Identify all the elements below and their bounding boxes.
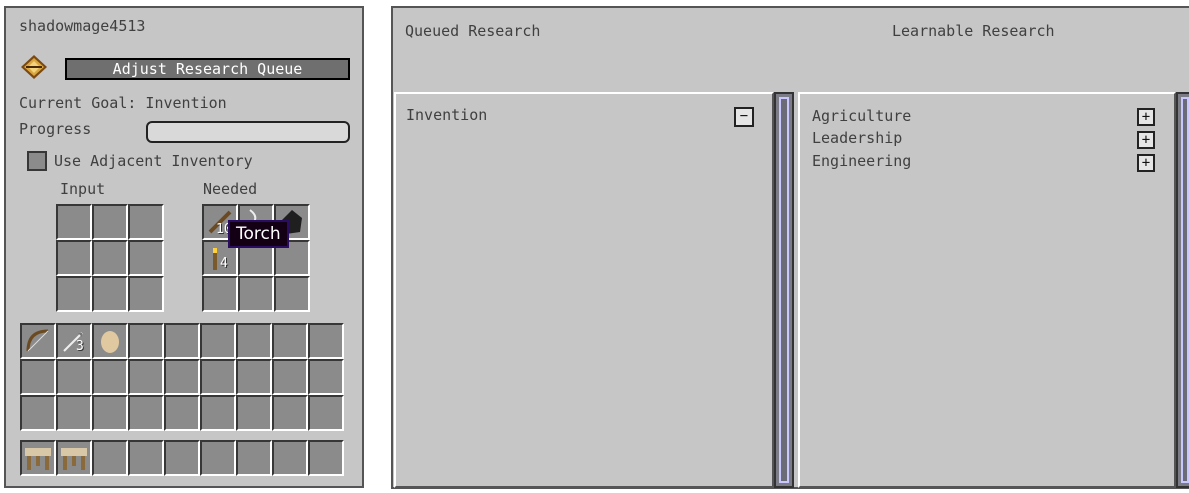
queued-scrollbar[interactable] (774, 92, 794, 488)
player-name: shadowmage4513 (19, 17, 146, 35)
hotbar-slot[interactable] (308, 440, 344, 476)
research-table-icon (22, 442, 54, 478)
inventory-slot[interactable] (164, 395, 200, 431)
learnable-scrollbar-thumb[interactable] (1181, 97, 1189, 483)
queued-research-header: Queued Research (405, 22, 541, 40)
input-slot[interactable] (56, 240, 92, 276)
inventory-slot[interactable] (308, 359, 344, 395)
research-table-icon (58, 442, 90, 478)
inventory-slot[interactable] (164, 359, 200, 395)
hotbar-slot[interactable] (236, 440, 272, 476)
input-slot[interactable] (128, 276, 164, 312)
egg-icon (94, 325, 126, 361)
inventory-slot[interactable] (92, 359, 128, 395)
queued-scrollbar-thumb[interactable] (779, 97, 789, 483)
learnable-item-label: Leadership (812, 129, 903, 147)
add-research-button[interactable]: + (1137, 108, 1155, 126)
learnable-item-label: Agriculture (812, 107, 912, 125)
progress-bar (146, 121, 350, 143)
input-slot[interactable] (56, 204, 92, 240)
hotbar-slot[interactable] (92, 440, 128, 476)
inventory-slot[interactable] (20, 359, 56, 395)
queued-item-label: Invention (406, 106, 488, 124)
use-adjacent-inventory-label: Use Adjacent Inventory (54, 152, 253, 170)
hotbar-slot[interactable] (128, 440, 164, 476)
needed-slot (274, 276, 310, 312)
learnable-item-label: Engineering (812, 152, 912, 170)
inventory-slot[interactable] (236, 395, 272, 431)
input-label: Input (60, 180, 106, 198)
inventory-slot[interactable] (164, 323, 200, 359)
input-slot[interactable] (92, 276, 128, 312)
needed-slot (202, 276, 238, 312)
item-count: 3 (76, 339, 84, 354)
inventory-slot[interactable]: 3 (56, 323, 92, 359)
inventory-slot[interactable] (128, 323, 164, 359)
inventory-slot[interactable] (308, 323, 344, 359)
inventory-slot[interactable] (56, 359, 92, 395)
item-count: 4 (220, 256, 228, 271)
inventory-slot[interactable] (56, 395, 92, 431)
inventory-slot[interactable] (236, 323, 272, 359)
inventory-slot[interactable] (272, 395, 308, 431)
inventory-slot[interactable] (128, 395, 164, 431)
input-slot[interactable] (56, 276, 92, 312)
remove-research-button[interactable]: − (734, 107, 754, 127)
hotbar-slot[interactable] (272, 440, 308, 476)
arrow-icon (58, 325, 90, 361)
research-book-icon (20, 53, 48, 81)
input-slot[interactable] (128, 240, 164, 276)
inventory-slot[interactable] (92, 395, 128, 431)
progress-label: Progress (19, 120, 92, 138)
learnable-scrollbar[interactable] (1176, 92, 1189, 488)
hotbar-slot[interactable] (200, 440, 236, 476)
inventory-slot[interactable] (200, 359, 236, 395)
hotbar-slot[interactable] (164, 440, 200, 476)
hotbar-slot[interactable] (20, 440, 56, 476)
learnable-research-header: Learnable Research (892, 22, 1055, 40)
item-tooltip: Torch (228, 220, 289, 248)
needed-slot (238, 276, 274, 312)
inventory-slot[interactable] (308, 395, 344, 431)
inventory-slot[interactable] (92, 323, 128, 359)
inventory-slot[interactable] (20, 395, 56, 431)
current-goal-label: Current Goal: Invention (19, 94, 227, 112)
input-slot[interactable] (92, 204, 128, 240)
inventory-slot[interactable] (128, 359, 164, 395)
queued-research-list (394, 92, 774, 488)
bow-icon (22, 325, 54, 361)
inventory-slot[interactable] (236, 359, 272, 395)
adjust-research-queue-button[interactable]: Adjust Research Queue (65, 58, 350, 80)
inventory-slot[interactable] (272, 359, 308, 395)
add-research-button[interactable]: + (1137, 154, 1155, 172)
input-slot[interactable] (128, 204, 164, 240)
inventory-slot[interactable] (200, 323, 236, 359)
needed-label: Needed (203, 180, 258, 198)
inventory-slot[interactable] (200, 395, 236, 431)
inventory-slot[interactable] (20, 323, 56, 359)
input-slot[interactable] (92, 240, 128, 276)
hotbar-slot[interactable] (56, 440, 92, 476)
use-adjacent-inventory-checkbox[interactable] (27, 151, 47, 171)
inventory-slot[interactable] (272, 323, 308, 359)
add-research-button[interactable]: + (1137, 131, 1155, 149)
